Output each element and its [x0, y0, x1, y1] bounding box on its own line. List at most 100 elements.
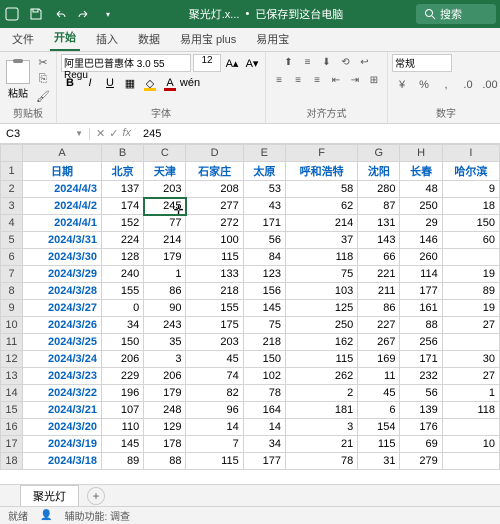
data-cell[interactable]: 203 [144, 181, 186, 198]
data-cell[interactable] [442, 419, 499, 436]
data-cell[interactable]: 56 [243, 232, 285, 249]
data-cell[interactable]: 169 [358, 351, 400, 368]
row-header[interactable]: 8 [1, 283, 23, 300]
data-cell[interactable]: 152 [101, 215, 143, 232]
col-header[interactable]: A [23, 145, 102, 162]
data-cell[interactable]: 218 [186, 283, 243, 300]
name-box[interactable]: C3 ▼ [0, 128, 90, 140]
font-color-button[interactable]: A [161, 74, 179, 92]
data-cell[interactable]: 115 [186, 453, 243, 470]
data-cell[interactable]: 1 [442, 385, 499, 402]
table-header-cell[interactable]: 太原 [243, 162, 285, 181]
data-cell[interactable]: 179 [144, 249, 186, 266]
spreadsheet-area[interactable]: ABCDEFGHI 1日期北京天津石家庄太原呼和浩特沈阳长春哈尔滨22024/4… [0, 144, 500, 484]
data-cell[interactable]: 88 [400, 317, 442, 334]
col-header[interactable]: B [101, 145, 143, 162]
data-cell[interactable]: 154 [358, 419, 400, 436]
data-cell[interactable]: 7 [186, 436, 243, 453]
data-cell[interactable]: 115 [285, 351, 357, 368]
data-cell[interactable]: 37 [285, 232, 357, 249]
date-cell[interactable]: 2024/3/31 [23, 232, 102, 249]
table-header-cell[interactable]: 哈尔滨 [442, 162, 499, 181]
cut-button[interactable]: ✂ [34, 55, 52, 71]
fill-color-button[interactable]: ◇ [141, 74, 159, 92]
col-header[interactable]: G [358, 145, 400, 162]
data-cell[interactable]: 84 [243, 249, 285, 266]
col-header[interactable]: C [144, 145, 186, 162]
row-header[interactable]: 3 [1, 198, 23, 215]
currency-icon[interactable]: ¥ [392, 76, 412, 94]
table-header-cell[interactable]: 北京 [101, 162, 143, 181]
qat-dropdown-icon[interactable]: ▾ [100, 6, 116, 22]
data-cell[interactable]: 178 [144, 436, 186, 453]
data-cell[interactable]: 224 [101, 232, 143, 249]
data-cell[interactable]: 82 [186, 385, 243, 402]
row-header[interactable]: 17 [1, 436, 23, 453]
border-button[interactable]: ▦ [121, 74, 139, 92]
data-cell[interactable]: 179 [144, 385, 186, 402]
number-format-select[interactable]: 常规 [392, 54, 452, 72]
data-cell[interactable] [442, 334, 499, 351]
data-cell[interactable]: 262 [285, 368, 357, 385]
date-cell[interactable]: 2024/3/24 [23, 351, 102, 368]
data-cell[interactable]: 171 [243, 215, 285, 232]
percent-icon[interactable]: % [414, 76, 434, 94]
data-cell[interactable]: 78 [285, 453, 357, 470]
data-cell[interactable]: 139 [400, 402, 442, 419]
data-cell[interactable]: 128 [101, 249, 143, 266]
data-cell[interactable]: 131 [358, 215, 400, 232]
table-header-cell[interactable]: 长春 [400, 162, 442, 181]
align-top-icon[interactable]: ⬆ [280, 54, 298, 70]
data-cell[interactable]: 161 [400, 300, 442, 317]
data-cell[interactable]: 232 [400, 368, 442, 385]
data-cell[interactable]: 206 [101, 351, 143, 368]
undo-icon[interactable] [52, 6, 68, 22]
data-cell[interactable]: 250 [285, 317, 357, 334]
data-cell[interactable]: 150 [442, 215, 499, 232]
data-cell[interactable]: 27 [442, 368, 499, 385]
data-cell[interactable]: 150 [243, 351, 285, 368]
decrease-font-icon[interactable]: A▾ [243, 54, 261, 72]
data-cell[interactable]: 156 [243, 283, 285, 300]
data-cell[interactable]: 31 [358, 453, 400, 470]
sheet-tab-active[interactable]: 聚光灯 [20, 485, 79, 506]
date-cell[interactable]: 2024/4/1 [23, 215, 102, 232]
data-cell[interactable]: 43 [243, 198, 285, 215]
col-header[interactable]: F [285, 145, 357, 162]
data-cell[interactable]: 125 [285, 300, 357, 317]
data-cell[interactable]: 145 [101, 436, 143, 453]
tab-yiyongbao-plus[interactable]: 易用宝 plus [176, 27, 240, 51]
increase-decimal-icon[interactable]: .0 [458, 76, 478, 94]
accessibility-icon[interactable]: 👤 [40, 510, 52, 521]
copy-button[interactable]: ⎘ [34, 72, 52, 88]
data-cell[interactable]: 150 [101, 334, 143, 351]
data-cell[interactable]: 78 [243, 385, 285, 402]
italic-button[interactable]: I [81, 74, 99, 92]
date-cell[interactable]: 2024/3/27 [23, 300, 102, 317]
comma-icon[interactable]: , [436, 76, 456, 94]
data-cell[interactable]: 0 [101, 300, 143, 317]
data-cell[interactable]: 88 [144, 453, 186, 470]
date-cell[interactable]: 2024/3/22 [23, 385, 102, 402]
data-cell[interactable]: 250 [400, 198, 442, 215]
row-header[interactable]: 5 [1, 232, 23, 249]
data-cell[interactable]: 218 [243, 334, 285, 351]
data-cell[interactable]: 240 [101, 266, 143, 283]
data-cell[interactable]: 133 [186, 266, 243, 283]
data-cell[interactable] [442, 453, 499, 470]
data-cell[interactable]: 6 [358, 402, 400, 419]
align-right-icon[interactable]: ≡ [308, 72, 326, 88]
data-cell[interactable]: 21 [285, 436, 357, 453]
select-all-corner[interactable] [1, 145, 23, 162]
date-cell[interactable]: 2024/3/30 [23, 249, 102, 266]
data-cell[interactable]: 155 [186, 300, 243, 317]
decrease-decimal-icon[interactable]: .00 [480, 76, 500, 94]
date-cell[interactable]: 2024/3/21 [23, 402, 102, 419]
data-cell[interactable]: 174 [101, 198, 143, 215]
align-center-icon[interactable]: ≡ [289, 72, 307, 88]
date-cell[interactable]: 2024/3/25 [23, 334, 102, 351]
data-cell[interactable]: 229 [101, 368, 143, 385]
row-header[interactable]: 1 [1, 162, 23, 181]
data-cell[interactable]: 86 [358, 300, 400, 317]
row-header[interactable]: 16 [1, 419, 23, 436]
